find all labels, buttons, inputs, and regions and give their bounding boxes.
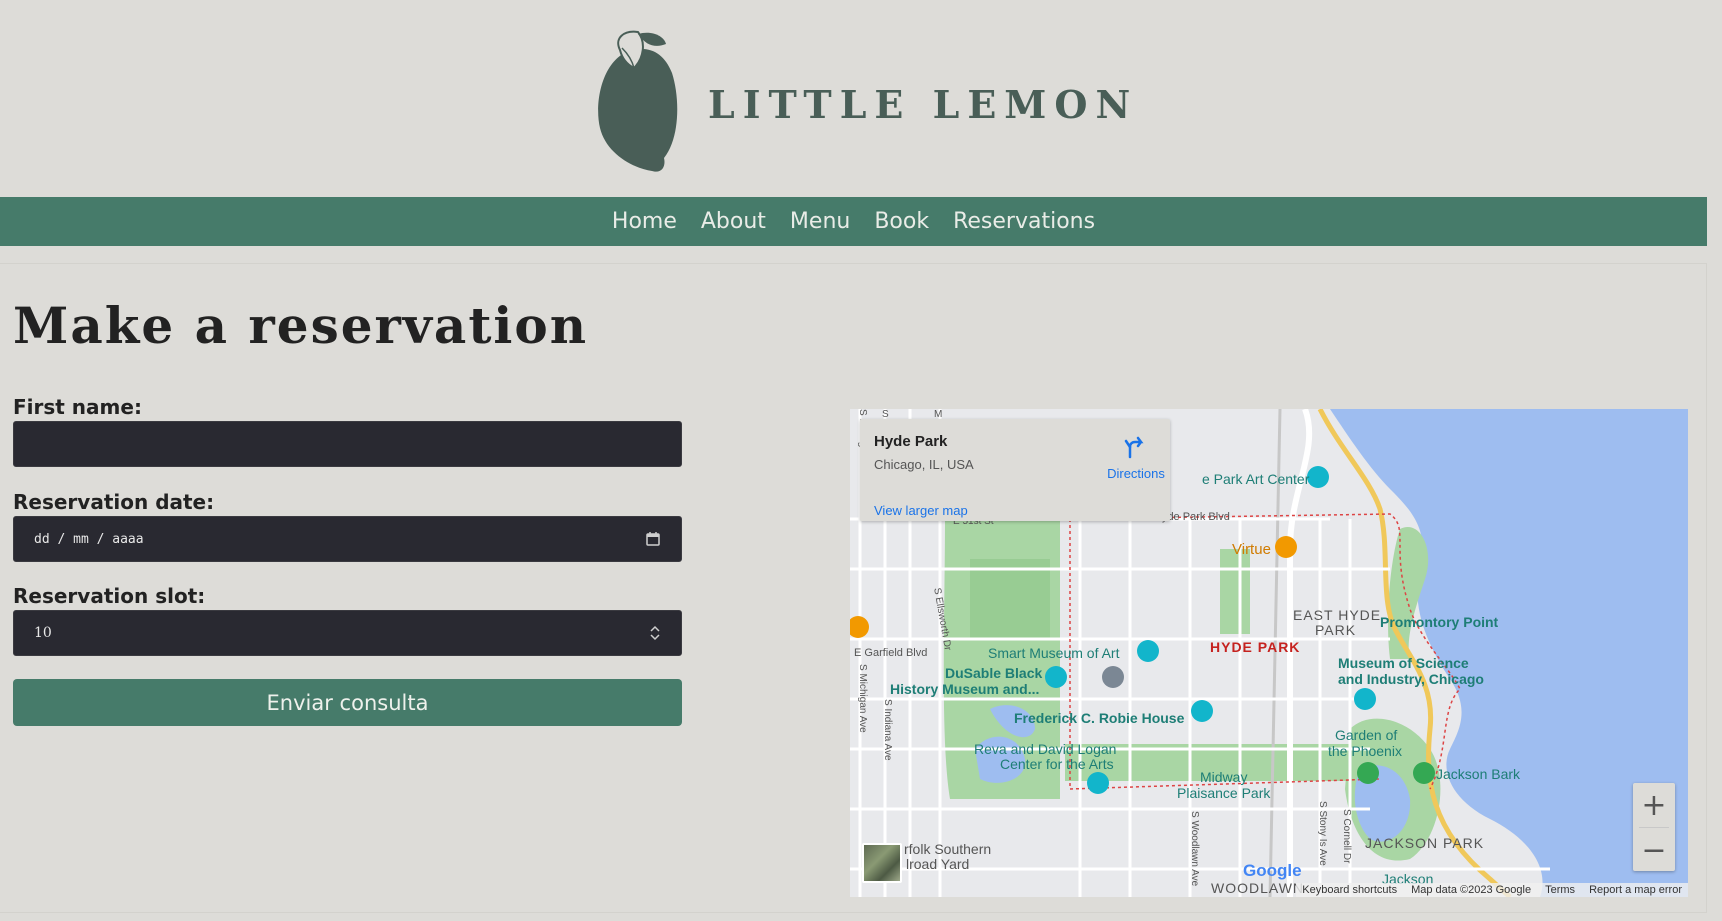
nav-reservations[interactable]: Reservations bbox=[953, 209, 1095, 234]
directions-label: Directions bbox=[1107, 466, 1165, 481]
map-label-street: S Stony Is Ave bbox=[1317, 801, 1328, 866]
satellite-toggle[interactable] bbox=[862, 843, 902, 883]
google-logo: Google bbox=[1243, 861, 1302, 881]
map-label-street: S Michigan Ave bbox=[857, 664, 868, 733]
zoom-controls: + − bbox=[1633, 783, 1675, 871]
keyboard-shortcuts-link[interactable]: Keyboard shortcuts bbox=[1302, 884, 1397, 896]
map-label-street: S Woodlawn Ave bbox=[1189, 811, 1200, 887]
place-title: Hyde Park bbox=[874, 433, 948, 450]
directions-button[interactable]: Directions bbox=[1106, 435, 1166, 481]
map-label-museum-science: and Industry, Chicago bbox=[1338, 671, 1484, 687]
first-name-input[interactable] bbox=[13, 421, 682, 467]
lemon-logo-icon bbox=[598, 30, 678, 172]
map-label-garden-phoenix: Garden of bbox=[1335, 727, 1398, 743]
nav-book[interactable]: Book bbox=[874, 209, 929, 234]
zoom-out-button[interactable]: − bbox=[1633, 828, 1675, 872]
main-nav: Home About Menu Book Reservations bbox=[0, 197, 1707, 246]
reservation-date-label: Reservation date: bbox=[13, 490, 215, 514]
view-larger-map-link[interactable]: View larger map bbox=[874, 503, 968, 518]
date-placeholder: dd / mm / aaaa bbox=[34, 531, 144, 547]
google-logo-text: Google bbox=[1243, 861, 1302, 880]
map-label-virtue: Virtue bbox=[1232, 541, 1271, 558]
first-name-label: First name: bbox=[13, 395, 142, 419]
map-label-east-hyde-park: PARK bbox=[1315, 622, 1357, 638]
map-label-dusable: DuSable Black bbox=[945, 665, 1043, 681]
reservation-slot-label: Reservation slot: bbox=[13, 584, 206, 608]
reservation-slot-select[interactable]: 10 bbox=[13, 610, 682, 656]
map-label-logan-center: Center for the Arts bbox=[1000, 756, 1114, 772]
map-label-garden-phoenix: the Phoenix bbox=[1328, 743, 1402, 759]
map-label-promontory: Promontory Point bbox=[1380, 614, 1499, 630]
terms-link[interactable]: Terms bbox=[1545, 884, 1575, 896]
map-label-hyde-park: HYDE PARK bbox=[1210, 639, 1301, 655]
directions-icon bbox=[1124, 436, 1144, 459]
divider bbox=[1706, 263, 1707, 912]
map-label-jackson-bark: Jackson Bark bbox=[1436, 766, 1521, 782]
reservation-date-input[interactable]: dd / mm / aaaa bbox=[13, 516, 682, 562]
page-title: Make a reservation bbox=[13, 296, 589, 355]
map-data-text: Map data ©2023 Google bbox=[1411, 884, 1532, 896]
map-label-woodlawn: WOODLAWN bbox=[1211, 880, 1305, 896]
map-label-east-hyde-park: EAST HYDE bbox=[1293, 607, 1382, 623]
report-error-link[interactable]: Report a map error bbox=[1589, 884, 1682, 896]
nav-home[interactable]: Home bbox=[612, 209, 677, 234]
logo[interactable]: LITTLE LEMON bbox=[592, 28, 1130, 176]
slot-value: 10 bbox=[34, 625, 52, 641]
map-label-street: S Cornell Dr bbox=[1341, 809, 1352, 864]
zoom-in-button[interactable]: + bbox=[1633, 783, 1675, 827]
divider bbox=[0, 912, 1707, 913]
map-label-robie-house: Frederick C. Robie House bbox=[1014, 710, 1185, 726]
map-label-art-center: e Park Art Center bbox=[1202, 471, 1310, 487]
map-label-jackson-park: JACKSON PARK bbox=[1365, 835, 1485, 851]
submit-button[interactable]: Enviar consulta bbox=[13, 679, 682, 726]
divider bbox=[0, 263, 1707, 264]
map-label-midway: Midway bbox=[1200, 769, 1248, 785]
place-subtitle: Chicago, IL, USA bbox=[874, 457, 974, 472]
nav-menu[interactable]: Menu bbox=[790, 209, 850, 234]
logo-text: LITTLE LEMON bbox=[708, 82, 1139, 127]
map-label-smart-museum: Smart Museum of Art bbox=[988, 645, 1120, 661]
select-arrows-icon bbox=[650, 625, 660, 641]
map-label-street: E Garfield Blvd bbox=[854, 647, 928, 659]
map-label-midway: Plaisance Park bbox=[1177, 785, 1271, 801]
map-label-norfolk: rfolk Southern bbox=[904, 841, 992, 857]
map-label-norfolk: lroad Yard bbox=[906, 856, 970, 872]
map-label-museum-science: Museum of Science bbox=[1338, 655, 1469, 671]
map-label-dusable: History Museum and... bbox=[890, 681, 1040, 697]
map-label-logan-center: Reva and David Logan bbox=[974, 741, 1117, 757]
place-info-card: Hyde Park Chicago, IL, USA View larger m… bbox=[860, 419, 1170, 521]
calendar-icon[interactable] bbox=[645, 531, 661, 547]
nav-about[interactable]: About bbox=[701, 209, 766, 234]
map-attribution: Keyboard shortcuts Map data ©2023 Google… bbox=[1296, 883, 1688, 897]
map-label-street: S Indiana Ave bbox=[882, 699, 893, 761]
map-embed[interactable]: e Park Art Center Hyde Park Blvd Virtue … bbox=[850, 409, 1688, 897]
